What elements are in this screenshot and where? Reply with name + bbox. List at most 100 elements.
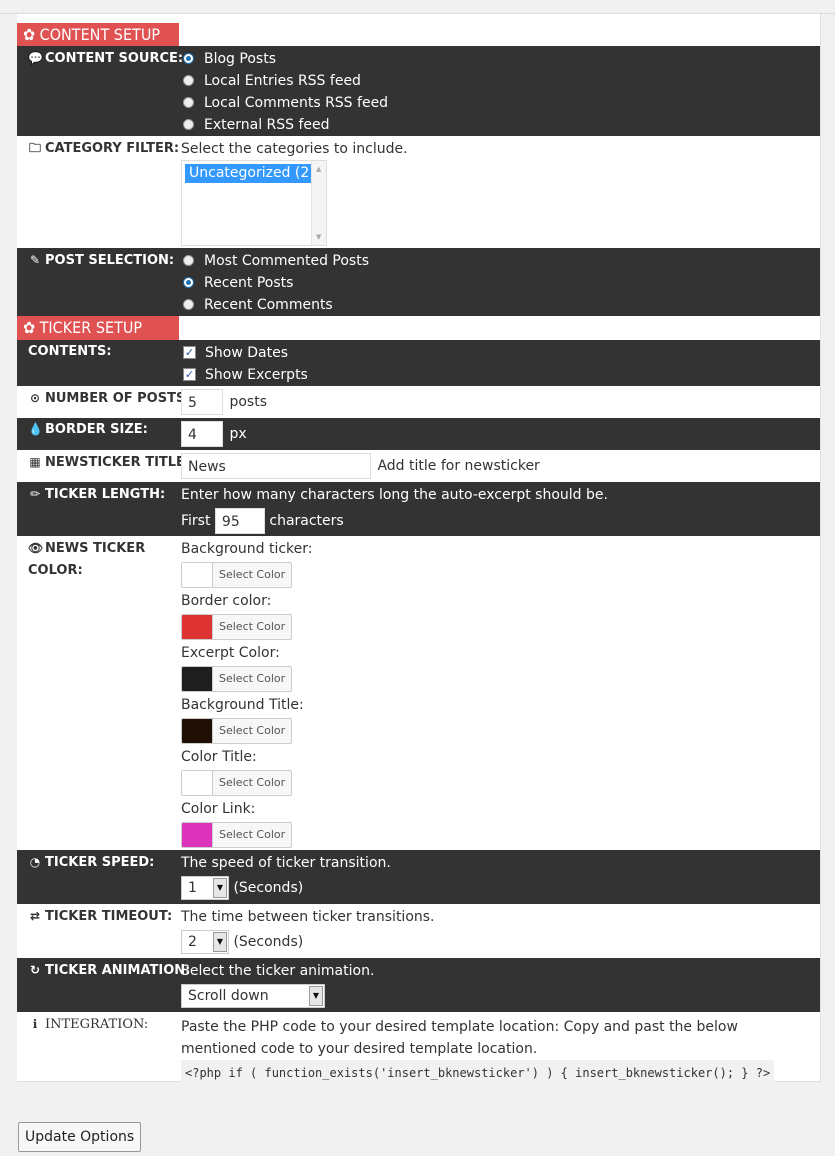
number-of-posts-value: 5 posts xyxy=(181,389,812,415)
ticker-length-hint: Enter how many characters long the auto-… xyxy=(181,487,608,503)
radio-local-comments[interactable]: Local Comments RSS feed xyxy=(181,92,812,114)
contents-label: CONTENTS: xyxy=(28,344,112,359)
radio-button[interactable] xyxy=(183,298,194,310)
chevron-down-icon[interactable]: ▼ xyxy=(309,986,323,1006)
color-picker-button[interactable]: Select Color xyxy=(181,562,293,588)
radio-button[interactable] xyxy=(183,96,194,108)
color-border: Border color: Select Color xyxy=(181,590,812,642)
ticker-length-label: ✏ TICKER LENGTH: xyxy=(28,483,165,506)
first-label: First xyxy=(181,513,211,529)
posts-unit: posts xyxy=(229,394,267,410)
seconds-unit: (Seconds) xyxy=(233,880,304,896)
radio-most-commented[interactable]: Most Commented Posts xyxy=(181,250,812,272)
gear-icon: ✿ xyxy=(23,25,36,44)
ticker-timeout-value: The time between ticker transitions. 2 ▼ … xyxy=(181,906,812,954)
newsticker-title-label: ▦ NEWSTICKER TITLE: xyxy=(28,451,190,474)
contents-row: CONTENTS: ✓ Show Dates ✓ Show Excerpts xyxy=(17,340,820,386)
listbox-scrollbar[interactable]: ▲ ▼ xyxy=(311,161,326,245)
category-filter-row: 🗀 CATEGORY FILTER: Select the categories … xyxy=(17,136,820,248)
color-title: Color Title: Select Color xyxy=(181,746,812,798)
radio-button[interactable] xyxy=(183,118,194,130)
border-size-input[interactable]: 4 xyxy=(181,421,223,447)
chevron-down-icon[interactable]: ▼ xyxy=(213,932,227,952)
settings-panel: ✿ CONTENT SETUP 💬 CONTENT SOURCE: Blog Po… xyxy=(17,14,821,1086)
comment-icon: 💬 xyxy=(28,51,43,65)
update-options-button[interactable]: Update Options xyxy=(18,1122,142,1152)
seconds-unit: (Seconds) xyxy=(233,934,304,950)
color-picker-button[interactable]: Select Color xyxy=(181,718,293,744)
content-source-label: 💬 CONTENT SOURCE: xyxy=(28,47,183,70)
px-unit: px xyxy=(229,426,247,442)
category-filter-hint: Select the categories to include. xyxy=(181,141,408,157)
ticker-speed-value: The speed of ticker transition. 1 ▼ (Seco… xyxy=(181,852,812,900)
color-picker-button[interactable]: Select Color xyxy=(181,666,293,692)
ticker-speed-select[interactable]: 1 ▼ xyxy=(181,876,229,900)
target-icon: ⊙ xyxy=(29,391,41,405)
color-link: Color Link: Select Color xyxy=(181,798,812,850)
ticker-length-input[interactable]: 95 xyxy=(214,508,265,534)
ticker-length-row: ✏ TICKER LENGTH: Enter how many character… xyxy=(17,482,820,536)
border-size-value: 4 px xyxy=(181,421,812,447)
number-of-posts-row: ⊙ NUMBER OF POSTS: 5 posts xyxy=(17,386,820,418)
pencil-icon: ✏ xyxy=(29,487,41,501)
content-source-options: Blog Posts Local Entries RSS feed Local … xyxy=(181,48,812,136)
exchange-icon: ⇄ xyxy=(29,909,41,923)
folder-icon: 🗀 xyxy=(28,141,41,155)
contents-options: ✓ Show Dates ✓ Show Excerpts xyxy=(181,342,812,386)
chevron-down-icon[interactable]: ▼ xyxy=(213,878,227,898)
ticker-setup-title: TICKER SETUP xyxy=(39,318,143,337)
edit-icon: ✎ xyxy=(29,253,41,267)
ticker-speed-row: ◔ TICKER SPEED: The speed of ticker trans… xyxy=(17,850,820,904)
radio-button[interactable] xyxy=(183,52,194,64)
content-setup-header: ✿ CONTENT SETUP xyxy=(17,23,179,47)
integration-hint: Paste the PHP code to your desired templ… xyxy=(181,1019,738,1057)
scroll-down-icon[interactable]: ▼ xyxy=(316,233,321,241)
category-option[interactable]: Uncategorized (2) xyxy=(185,164,319,183)
ticker-speed-hint: The speed of ticker transition. xyxy=(181,855,391,871)
radio-recent-posts[interactable]: Recent Posts xyxy=(181,272,812,294)
color-picker-button[interactable]: Select Color xyxy=(181,614,293,640)
color-background-title: Background Title: Select Color xyxy=(181,694,812,746)
category-filter-value: Select the categories to include. xyxy=(181,138,812,160)
color-pickers: Background ticker: Select Color Border c… xyxy=(181,538,812,850)
checkbox-show-dates[interactable]: ✓ Show Dates xyxy=(181,342,812,364)
radio-button[interactable] xyxy=(183,276,194,288)
characters-unit: characters xyxy=(269,513,344,529)
radio-local-entries[interactable]: Local Entries RSS feed xyxy=(181,70,812,92)
ticker-timeout-select[interactable]: 2 ▼ xyxy=(181,930,229,954)
color-picker-button[interactable]: Select Color xyxy=(181,822,293,848)
eye-icon: 👁 xyxy=(28,541,44,555)
radio-recent-comments[interactable]: Recent Comments xyxy=(181,294,812,316)
checkbox-show-excerpts[interactable]: ✓ Show Excerpts xyxy=(181,364,812,386)
radio-blog-posts[interactable]: Blog Posts xyxy=(181,48,812,70)
category-listbox[interactable]: Uncategorized (2) ▲ ▼ xyxy=(181,160,327,246)
color-excerpt: Excerpt Color: Select Color xyxy=(181,642,812,694)
color-picker-button[interactable]: Select Color xyxy=(181,770,293,796)
post-selection-label: ✎ POST SELECTION: xyxy=(28,249,174,272)
info-icon: ℹ xyxy=(32,1017,38,1031)
ticker-timeout-row: ⇄ TICKER TIMEOUT: The time between ticker… xyxy=(17,904,820,958)
number-of-posts-input[interactable]: 5 xyxy=(181,389,223,415)
integration-value: Paste the PHP code to your desired templ… xyxy=(181,1016,812,1086)
checkbox[interactable]: ✓ xyxy=(183,345,196,359)
news-ticker-color-label: 👁 NEWS TICKER COLOR: xyxy=(28,537,145,582)
post-selection-row: ✎ POST SELECTION: Most Commented Posts Re… xyxy=(17,248,820,316)
news-ticker-color-row: 👁 NEWS TICKER COLOR: Background ticker: S… xyxy=(17,536,820,850)
scroll-up-icon[interactable]: ▲ xyxy=(316,165,321,173)
radio-external-rss[interactable]: External RSS feed xyxy=(181,114,812,136)
newsticker-title-value: News Add title for newsticker xyxy=(181,453,812,479)
radio-button[interactable] xyxy=(183,74,194,86)
checkbox[interactable]: ✓ xyxy=(183,367,196,381)
border-size-label: 💧 BORDER SIZE: xyxy=(28,418,148,441)
number-of-posts-label: ⊙ NUMBER OF POSTS: xyxy=(28,387,191,410)
ticker-speed-label: ◔ TICKER SPEED: xyxy=(28,851,155,874)
ticker-animation-select[interactable]: Scroll down ▼ xyxy=(181,984,325,1008)
drop-icon: 💧 xyxy=(28,422,43,436)
integration-label: ℹ INTEGRATION: xyxy=(28,1013,149,1036)
dashboard-icon: ◔ xyxy=(29,855,41,869)
ticker-timeout-hint: The time between ticker transitions. xyxy=(181,909,435,925)
newsticker-title-input[interactable]: News xyxy=(181,453,371,479)
newsticker-title-row: ▦ NEWSTICKER TITLE: News Add title for ne… xyxy=(17,450,820,482)
radio-button[interactable] xyxy=(183,254,194,266)
color-background-ticker: Background ticker: Select Color xyxy=(181,538,812,590)
